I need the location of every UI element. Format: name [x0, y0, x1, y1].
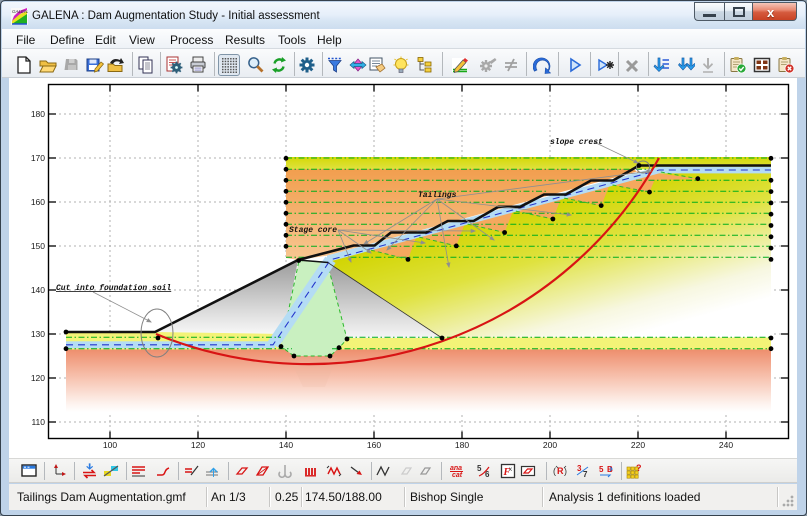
svg-text:5: 5	[477, 464, 482, 473]
svg-text:x: x	[509, 467, 512, 473]
svg-text:180: 180	[455, 440, 469, 450]
svg-text:7: 7	[583, 470, 588, 479]
svg-text:110: 110	[31, 417, 45, 427]
svg-text:160: 160	[31, 197, 45, 207]
svg-text:140: 140	[279, 440, 293, 450]
svg-text:140: 140	[31, 285, 45, 295]
svg-text:5: 5	[599, 465, 604, 474]
svg-text:ana: ana	[450, 465, 462, 472]
svg-text:180: 180	[31, 109, 45, 119]
svg-text:100: 100	[103, 440, 117, 450]
svg-text:slope crest: slope crest	[550, 138, 603, 147]
svg-text:120: 120	[191, 440, 205, 450]
svg-text:cat: cat	[452, 472, 463, 479]
svg-text:150: 150	[31, 241, 45, 251]
svg-text:Stage core: Stage core	[289, 226, 337, 235]
svg-text:200: 200	[543, 440, 557, 450]
svg-text:220: 220	[631, 440, 645, 450]
svg-text:Tailings: Tailings	[418, 191, 457, 200]
svg-text:170: 170	[31, 153, 45, 163]
svg-text:(: (	[553, 466, 556, 476]
svg-text:120: 120	[31, 373, 45, 383]
svg-text:240: 240	[719, 440, 733, 450]
svg-text:160: 160	[367, 440, 381, 450]
svg-text:130: 130	[31, 329, 45, 339]
svg-text:Cut into foundation soil: Cut into foundation soil	[56, 284, 171, 293]
svg-text:?: ?	[636, 463, 642, 473]
